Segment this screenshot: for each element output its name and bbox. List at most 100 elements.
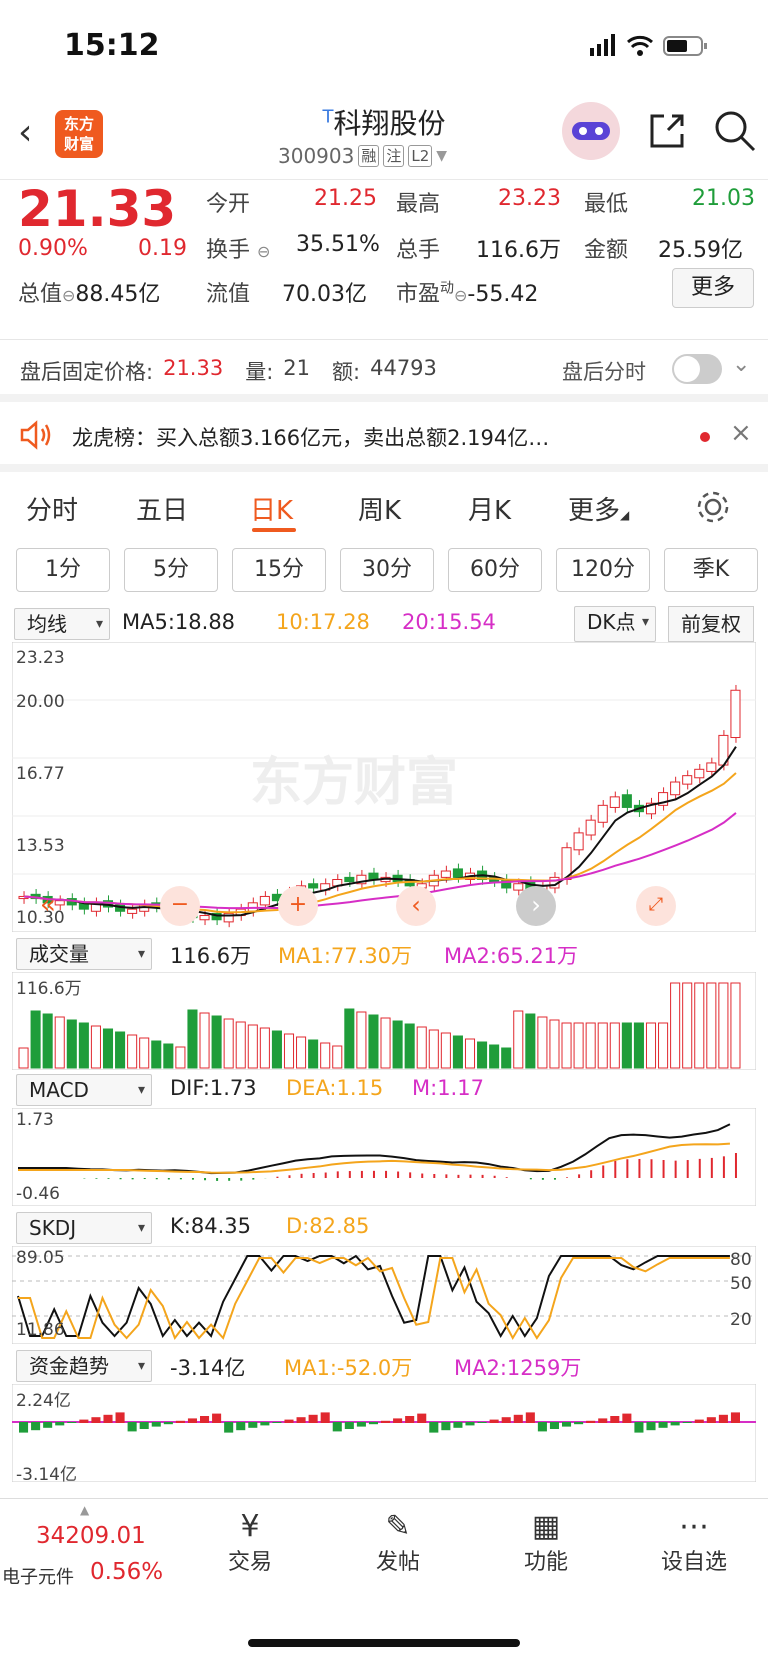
- pe-label: 市盈动⊖-55.42: [396, 280, 539, 307]
- stock-code-row[interactable]: 300903 融 注 L2 ▼: [278, 144, 447, 168]
- scroll-left-icon[interactable]: ‹: [396, 886, 436, 926]
- interval-15m[interactable]: 15分: [232, 548, 326, 592]
- volume-ma1: MA1:77.30万: [278, 944, 413, 968]
- nav-add-watchlist[interactable]: ⋯ 设自选: [644, 1509, 744, 1576]
- dragon-tiger-banner[interactable]: 龙虎榜：买入总额3.166亿元，卖出总额2.194亿… ×: [0, 402, 768, 472]
- volume-bar: [621, 1022, 632, 1069]
- interval-quarterly[interactable]: 季K: [664, 548, 758, 592]
- rewind-icon[interactable]: «: [40, 890, 56, 920]
- index-value[interactable]: 34209.01: [36, 1523, 146, 1549]
- fund-bar: [224, 1422, 234, 1433]
- tag-margin: 融: [358, 145, 380, 167]
- interval-120m[interactable]: 120分: [556, 548, 650, 592]
- adjust-mode-button[interactable]: 前复权: [668, 606, 754, 642]
- dea-line: [18, 1142, 730, 1174]
- volume-bar: [489, 1044, 500, 1069]
- fund-bar: [236, 1422, 246, 1431]
- nav-trade[interactable]: ¥ 交易: [200, 1509, 300, 1576]
- interval-30m[interactable]: 30分: [340, 548, 434, 592]
- candle: [513, 883, 524, 891]
- assistant-avatar-icon[interactable]: [562, 102, 620, 160]
- after-hours-toggle[interactable]: [672, 354, 722, 384]
- fund-bar: [682, 1422, 692, 1423]
- candle: [452, 868, 463, 878]
- ma10-value: 10:17.28: [276, 610, 370, 634]
- volume-bar: [356, 1011, 367, 1069]
- index-name[interactable]: 电子元件: [2, 1563, 74, 1589]
- settings-gear-icon[interactable]: [696, 490, 730, 524]
- interval-60m[interactable]: 60分: [448, 548, 542, 592]
- volume-ma2: MA2:65.21万: [444, 944, 579, 968]
- volume-bar: [332, 1045, 343, 1069]
- skdj-k: K:84.35: [170, 1214, 251, 1238]
- close-icon[interactable]: ×: [730, 418, 752, 448]
- volume-bar: [658, 1022, 669, 1069]
- candle: [440, 870, 451, 878]
- volume-bar: [102, 1028, 114, 1069]
- chevron-up-icon[interactable]: ▲: [80, 1503, 89, 1517]
- nav-functions[interactable]: ▦ 功能: [496, 1509, 596, 1576]
- tag-l2: L2: [408, 145, 433, 167]
- tab-intraday[interactable]: 分时: [26, 490, 78, 527]
- skdj-tick: 11.86: [16, 1320, 65, 1340]
- fund-ma1: MA1:-52.0万: [284, 1356, 413, 1380]
- index-pct[interactable]: 0.56%: [90, 1559, 163, 1585]
- volume-bar: [115, 1031, 126, 1069]
- fund-trend-selector[interactable]: 资金趋势: [16, 1350, 152, 1382]
- fund-bar: [694, 1419, 704, 1423]
- tab-daily-k[interactable]: 日K: [250, 490, 293, 527]
- fund-bar: [55, 1422, 65, 1426]
- volume-bar: [670, 982, 681, 1069]
- chevron-down-icon[interactable]: ⌄: [732, 352, 750, 377]
- fund-bar: [79, 1419, 89, 1423]
- candle: [54, 900, 65, 906]
- macd-selector[interactable]: MACD: [16, 1074, 152, 1106]
- volume-bar: [392, 1020, 403, 1069]
- fund-bar: [489, 1419, 499, 1423]
- tab-five-day[interactable]: 五日: [136, 490, 188, 527]
- after-hours-bar: 盘后固定价格: 21.33 量: 21 额: 44793 盘后分时 ⌄: [0, 340, 768, 402]
- change-percent: 0.90%: [18, 236, 88, 261]
- volume-bar: [464, 1038, 476, 1069]
- fund-bar: [501, 1417, 511, 1423]
- interval-1m[interactable]: 1分: [16, 548, 110, 592]
- tab-more[interactable]: 更多◢: [568, 490, 629, 527]
- zoom-in-icon[interactable]: +: [278, 886, 318, 926]
- tab-weekly-k[interactable]: 周K: [358, 490, 401, 527]
- interval-5m[interactable]: 5分: [124, 548, 218, 592]
- dk-point-button[interactable]: DK点: [574, 606, 656, 642]
- volume-bar: [549, 1019, 560, 1069]
- nav-post[interactable]: ✎ 发帖: [348, 1509, 448, 1576]
- volume-bar: [42, 1013, 53, 1069]
- ma-selector[interactable]: 均线: [14, 608, 110, 640]
- skdj-selector[interactable]: SKDJ: [16, 1212, 152, 1244]
- search-icon[interactable]: [712, 108, 758, 154]
- candle: [308, 883, 319, 889]
- zoom-out-icon[interactable]: −: [160, 886, 200, 926]
- volume-bar: [259, 1027, 270, 1069]
- tab-monthly-k[interactable]: 月K: [468, 490, 511, 527]
- more-button[interactable]: 更多: [672, 268, 754, 308]
- fund-bar: [187, 1418, 197, 1423]
- chevron-down-icon: ▼: [436, 148, 448, 164]
- volume-bar: [66, 1019, 77, 1069]
- volume-selector[interactable]: 成交量: [16, 938, 152, 970]
- fund-bar: [622, 1413, 632, 1423]
- volume-bar: [30, 1010, 41, 1069]
- volume-bar: [561, 1022, 572, 1069]
- volume-bar: [645, 1022, 657, 1069]
- fund-ma2: MA2:1259万: [454, 1356, 582, 1380]
- home-indicator: [248, 1639, 520, 1647]
- fund-bar: [151, 1422, 161, 1427]
- volume-tick: 116.6万: [16, 979, 82, 999]
- fund-bar: [332, 1422, 342, 1432]
- after-hours-info: 盘后固定价格: 21.33 量: 21 额: 44793: [20, 356, 437, 384]
- fund-bar: [477, 1422, 487, 1423]
- scroll-right-icon[interactable]: ›: [516, 886, 556, 926]
- candle: [573, 832, 584, 851]
- fund-trend-chart: [12, 1384, 756, 1482]
- share-icon[interactable]: [646, 110, 688, 152]
- fullscreen-icon[interactable]: ⤢: [636, 886, 676, 926]
- fund-bar: [586, 1420, 596, 1423]
- fund-bar: [537, 1422, 547, 1432]
